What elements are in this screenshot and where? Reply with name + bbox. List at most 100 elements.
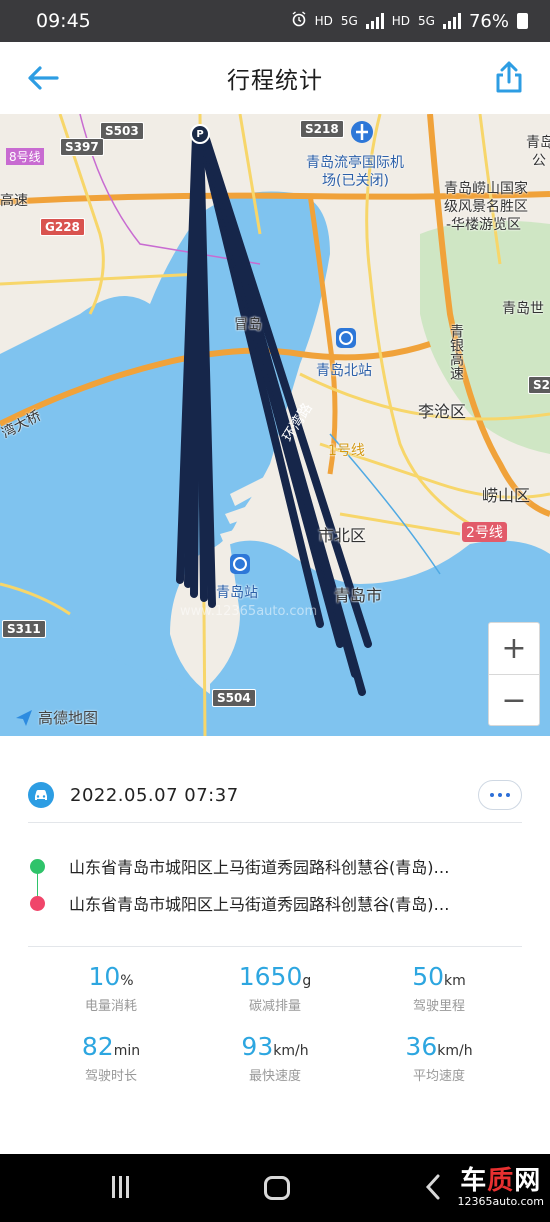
stat-unit: km/h [437,1043,473,1059]
share-button[interactable] [494,60,524,94]
map-label-qingdao-city: 青岛市 [334,586,383,605]
back-chevron-icon [425,1174,440,1200]
battery-icon [517,13,528,29]
map-label-laoshan: 青岛崂山国家 [444,181,528,197]
map-logo-text: 高德地图 [38,709,99,727]
zoom-out-button[interactable]: − [488,674,540,726]
map-label-licang: 李沧区 [418,402,467,421]
stat-label: 驾驶里程 [412,999,465,1014]
parking-pin-icon[interactable]: P [190,124,210,144]
arrow-left-icon [28,66,59,90]
more-dot-icon [506,793,510,797]
stat-carbon-reduction: 1650g 碳减排量 [200,962,350,1014]
map-label-line-1: 1号线 [328,443,365,459]
recent-apps-icon [126,1176,129,1198]
stat-driving-duration: 82min 驾驶时长 [36,1032,186,1084]
stat-unit: g [302,973,312,989]
alarm-icon [291,11,307,31]
road-shield-s29: S29 [528,376,550,394]
app-header: 行程统计 [0,42,550,114]
route-map[interactable]: P S503 S397 S218 G228 S311 S504 S29 青岛流亭… [0,114,550,736]
stat-average-speed: 36km/h 平均速度 [364,1032,514,1084]
watermark-sub: 12365auto.com [457,1195,544,1208]
more-dot-icon [498,793,502,797]
start-address: 山东省青岛市城阳区上马街道秀园路科创慧谷(青岛)… [69,858,450,877]
recent-apps-icon [119,1176,122,1198]
stat-label: 碳减排量 [248,999,301,1014]
recent-apps-button[interactable] [112,1176,129,1198]
network-5g-2: 5G [418,14,435,28]
home-button[interactable] [264,1176,290,1200]
more-dot-icon [490,793,494,797]
car-icon [28,782,54,808]
status-bar: 09:45 HD 5G HD 5G 76% [0,0,550,42]
map-label-maodao: 冒岛 [234,317,262,333]
stat-label: 最快速度 [248,1069,301,1084]
stat-value: 1650 [238,962,303,991]
site-watermark: 车质网 12365auto.com [457,1160,544,1208]
watermark-char-2: 质 [487,1166,515,1196]
road-shield-s503: S503 [100,122,144,140]
trip-info-card: 2022.05.07 07:37 山东省青岛市城阳区上马街道秀园路科创慧谷(青岛… [0,736,550,1154]
page-title: 行程统计 [227,68,323,94]
road-shield-s504: S504 [212,689,256,707]
amap-logo-icon [16,709,32,726]
stat-max-speed: 93km/h 最快速度 [200,1032,350,1084]
network-5g-1: 5G [340,14,358,28]
trip-date-row: 2022.05.07 07:37 [28,780,522,810]
map-label-airport-2: 场(已关闭) [322,173,389,189]
map-label-qingyin: 青银高速 [448,324,464,380]
map-label-gaosu: 高速 [0,193,28,209]
road-shield-s218: S218 [300,120,344,138]
map-label-line-2: 2号线 [462,522,507,542]
map-provider-logo: 高德地图 [14,707,98,728]
stat-label: 平均速度 [412,1069,465,1084]
zoom-in-button[interactable]: + [488,622,540,674]
battery-percent: 76% [468,10,509,32]
back-button[interactable] [26,64,60,92]
map-label-qingdao-station: 青岛站 [216,585,258,601]
network-hd-1: HD [314,14,333,28]
divider [28,822,522,823]
map-label-gong: 公 [532,153,546,169]
end-address: 山东省青岛市城阳区上马街道秀园路科创慧谷(青岛)… [69,895,450,914]
recent-apps-icon [112,1176,115,1198]
map-label-north-station: 青岛北站 [316,363,372,379]
watermark-char-1: 车 [460,1166,488,1196]
stat-value: 50 [412,962,445,991]
map-label-qingdao-shi: 青岛世 [502,301,544,317]
stat-value: 82 [81,1032,114,1061]
more-options-button[interactable] [478,780,522,810]
share-icon [496,61,522,93]
map-label-line-8: 8号线 [6,148,44,165]
stat-value: 10 [88,962,121,991]
map-label-airport: 青岛流亭国际机 [306,155,404,171]
map-label-qingdao-top: 青岛 [526,135,550,151]
trip-datetime: 2022.05.07 07:37 [70,784,239,806]
stat-value: 36 [405,1032,438,1061]
status-time: 09:45 [36,10,91,32]
network-hd-2: HD [391,14,411,28]
map-watermark: www.12365auto.com [180,604,318,619]
stat-label: 驾驶时长 [84,1069,137,1084]
map-label-laoshan-2: 级风景名胜区 [444,199,528,215]
stat-unit: km/h [273,1043,309,1059]
divider [28,946,522,947]
stat-driving-distance: 50km 驾驶里程 [364,962,514,1014]
status-indicators: HD 5G HD 5G 76% [291,11,528,32]
stat-unit: km [444,973,466,989]
signal-1-icon [365,13,384,29]
signal-2-icon [442,13,461,29]
stat-battery-consumption: 10% 电量消耗 [36,962,186,1014]
stat-value: 93 [241,1032,274,1061]
watermark-char-3: 网 [514,1166,542,1196]
system-nav-bar: 车质网 12365auto.com [0,1154,550,1222]
stat-label: 电量消耗 [84,999,137,1014]
road-shield-s397: S397 [60,138,104,156]
road-shield-s311: S311 [2,620,46,638]
map-label-shibei: 市北区 [318,526,367,545]
end-point-icon [30,895,45,911]
map-label-laoshan-3: -华楼游览区 [446,217,522,233]
start-address-row: 山东省青岛市城阳区上马街道秀园路科创慧谷(青岛)… [30,854,520,878]
back-nav-button[interactable] [424,1172,442,1206]
